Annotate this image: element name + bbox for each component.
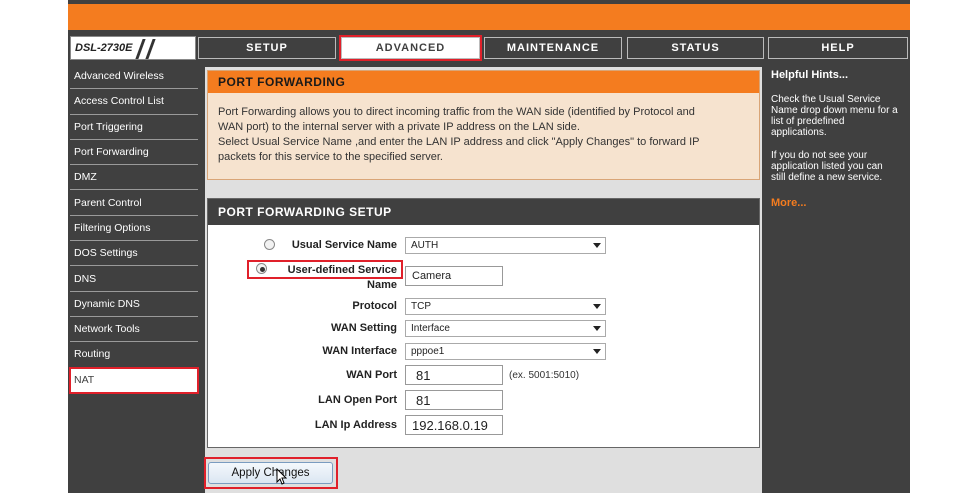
top-banner — [68, 4, 910, 30]
sidebar-item-routing[interactable]: Routing — [70, 342, 198, 368]
logo-slash-icon — [145, 39, 156, 59]
sidebar-item-nat[interactable]: NAT — [69, 366, 199, 394]
hint-line: applications. — [771, 127, 827, 138]
more-link[interactable]: More... — [767, 197, 910, 209]
tab-advanced[interactable]: ADVANCED — [339, 35, 482, 61]
sidebar-item-dos-settings[interactable]: DOS Settings — [70, 241, 198, 267]
sidebar-item-filtering-options[interactable]: Filtering Options — [70, 215, 198, 242]
sidebar: Advanced Wireless Access Control List Po… — [69, 64, 199, 394]
sidebar-item-port-forwarding[interactable]: Port Forwarding — [70, 139, 198, 166]
intro-line: WAN port) to the internal server with a … — [218, 121, 580, 133]
tab-setup[interactable]: SETUP — [198, 37, 336, 59]
logo-slash-icon — [135, 39, 146, 59]
wan-setting-label: WAN Setting — [331, 322, 397, 334]
lan-open-port-label: LAN Open Port — [318, 394, 397, 406]
user-defined-service-input[interactable]: Camera — [405, 266, 503, 286]
chevron-down-icon — [593, 349, 601, 354]
sidebar-item-parent-control[interactable]: Parent Control — [70, 190, 198, 216]
lan-ip-input[interactable]: 192.168.0.19 — [405, 415, 503, 435]
protocol-select[interactable]: TCP — [405, 298, 606, 315]
sidebar-item-advanced-wireless[interactable]: Advanced Wireless — [70, 64, 198, 90]
sidebar-item-network-tools[interactable]: Network Tools — [70, 316, 198, 343]
intro-panel: PORT FORWARDING Port Forwarding allows y… — [207, 70, 760, 180]
wan-port-label: WAN Port — [346, 369, 397, 381]
hints-title: Helpful Hints... — [771, 69, 848, 81]
intro-line: packets for this service to the specifie… — [218, 151, 443, 163]
tab-maintenance[interactable]: MAINTENANCE — [484, 37, 622, 59]
usual-service-select[interactable]: AUTH — [405, 237, 606, 254]
usual-service-label: Usual Service Name — [291, 239, 397, 251]
wan-port-input[interactable]: 81 — [405, 365, 503, 385]
hint-line: list of predefined — [771, 116, 845, 127]
user-defined-label-cont: Name — [367, 279, 397, 291]
intro-line: Select Usual Service Name ,and enter the… — [218, 136, 700, 148]
hint-line: Check the Usual Service — [771, 94, 881, 105]
wan-interface-value: pppoe1 — [411, 346, 445, 357]
mouse-cursor-icon — [276, 468, 288, 485]
tab-help[interactable]: HELP — [768, 37, 908, 59]
usual-service-value: AUTH — [411, 240, 439, 251]
protocol-label: Protocol — [352, 300, 397, 312]
intro-description: Port Forwarding allows you to direct inc… — [208, 93, 759, 165]
sidebar-item-access-control-list[interactable]: Access Control List — [70, 89, 198, 115]
chevron-down-icon — [593, 304, 601, 309]
sidebar-item-dynamic-dns[interactable]: Dynamic DNS — [70, 291, 198, 317]
chevron-down-icon — [593, 326, 601, 331]
highlight-frame — [204, 457, 338, 489]
tab-status[interactable]: STATUS — [627, 37, 764, 59]
intro-line: Port Forwarding allows you to direct inc… — [218, 106, 695, 118]
highlight-frame — [247, 260, 403, 279]
helpful-hints-panel: Helpful Hints... Check the Usual Service… — [767, 64, 910, 493]
lan-open-port-input[interactable]: 81 — [405, 390, 503, 410]
intro-title: PORT FORWARDING — [208, 71, 759, 93]
setup-title: PORT FORWARDING SETUP — [208, 199, 759, 225]
hint-line: application listed you can — [771, 161, 883, 172]
hint-line: If you do not see your — [771, 150, 868, 161]
wan-interface-select[interactable]: pppoe1 — [405, 343, 606, 360]
wan-interface-label: WAN Interface — [322, 345, 397, 357]
chevron-down-icon — [593, 243, 601, 248]
wan-port-example: (ex. 5001:5010) — [509, 370, 580, 381]
hint-line: Name drop down menu for a — [771, 105, 898, 116]
model-name: DSL-2730E — [75, 42, 133, 54]
sidebar-item-dmz[interactable]: DMZ — [70, 165, 198, 191]
wan-setting-select[interactable]: Interface — [405, 320, 606, 337]
sidebar-item-port-triggering[interactable]: Port Triggering — [70, 114, 198, 140]
hint-line: still define a new service. — [771, 172, 883, 183]
sidebar-item-dns[interactable]: DNS — [70, 266, 198, 292]
model-logo: DSL-2730E — [70, 36, 196, 60]
protocol-value: TCP — [411, 301, 431, 312]
wan-setting-value: Interface — [411, 323, 450, 334]
lan-ip-label: LAN Ip Address — [314, 419, 397, 431]
